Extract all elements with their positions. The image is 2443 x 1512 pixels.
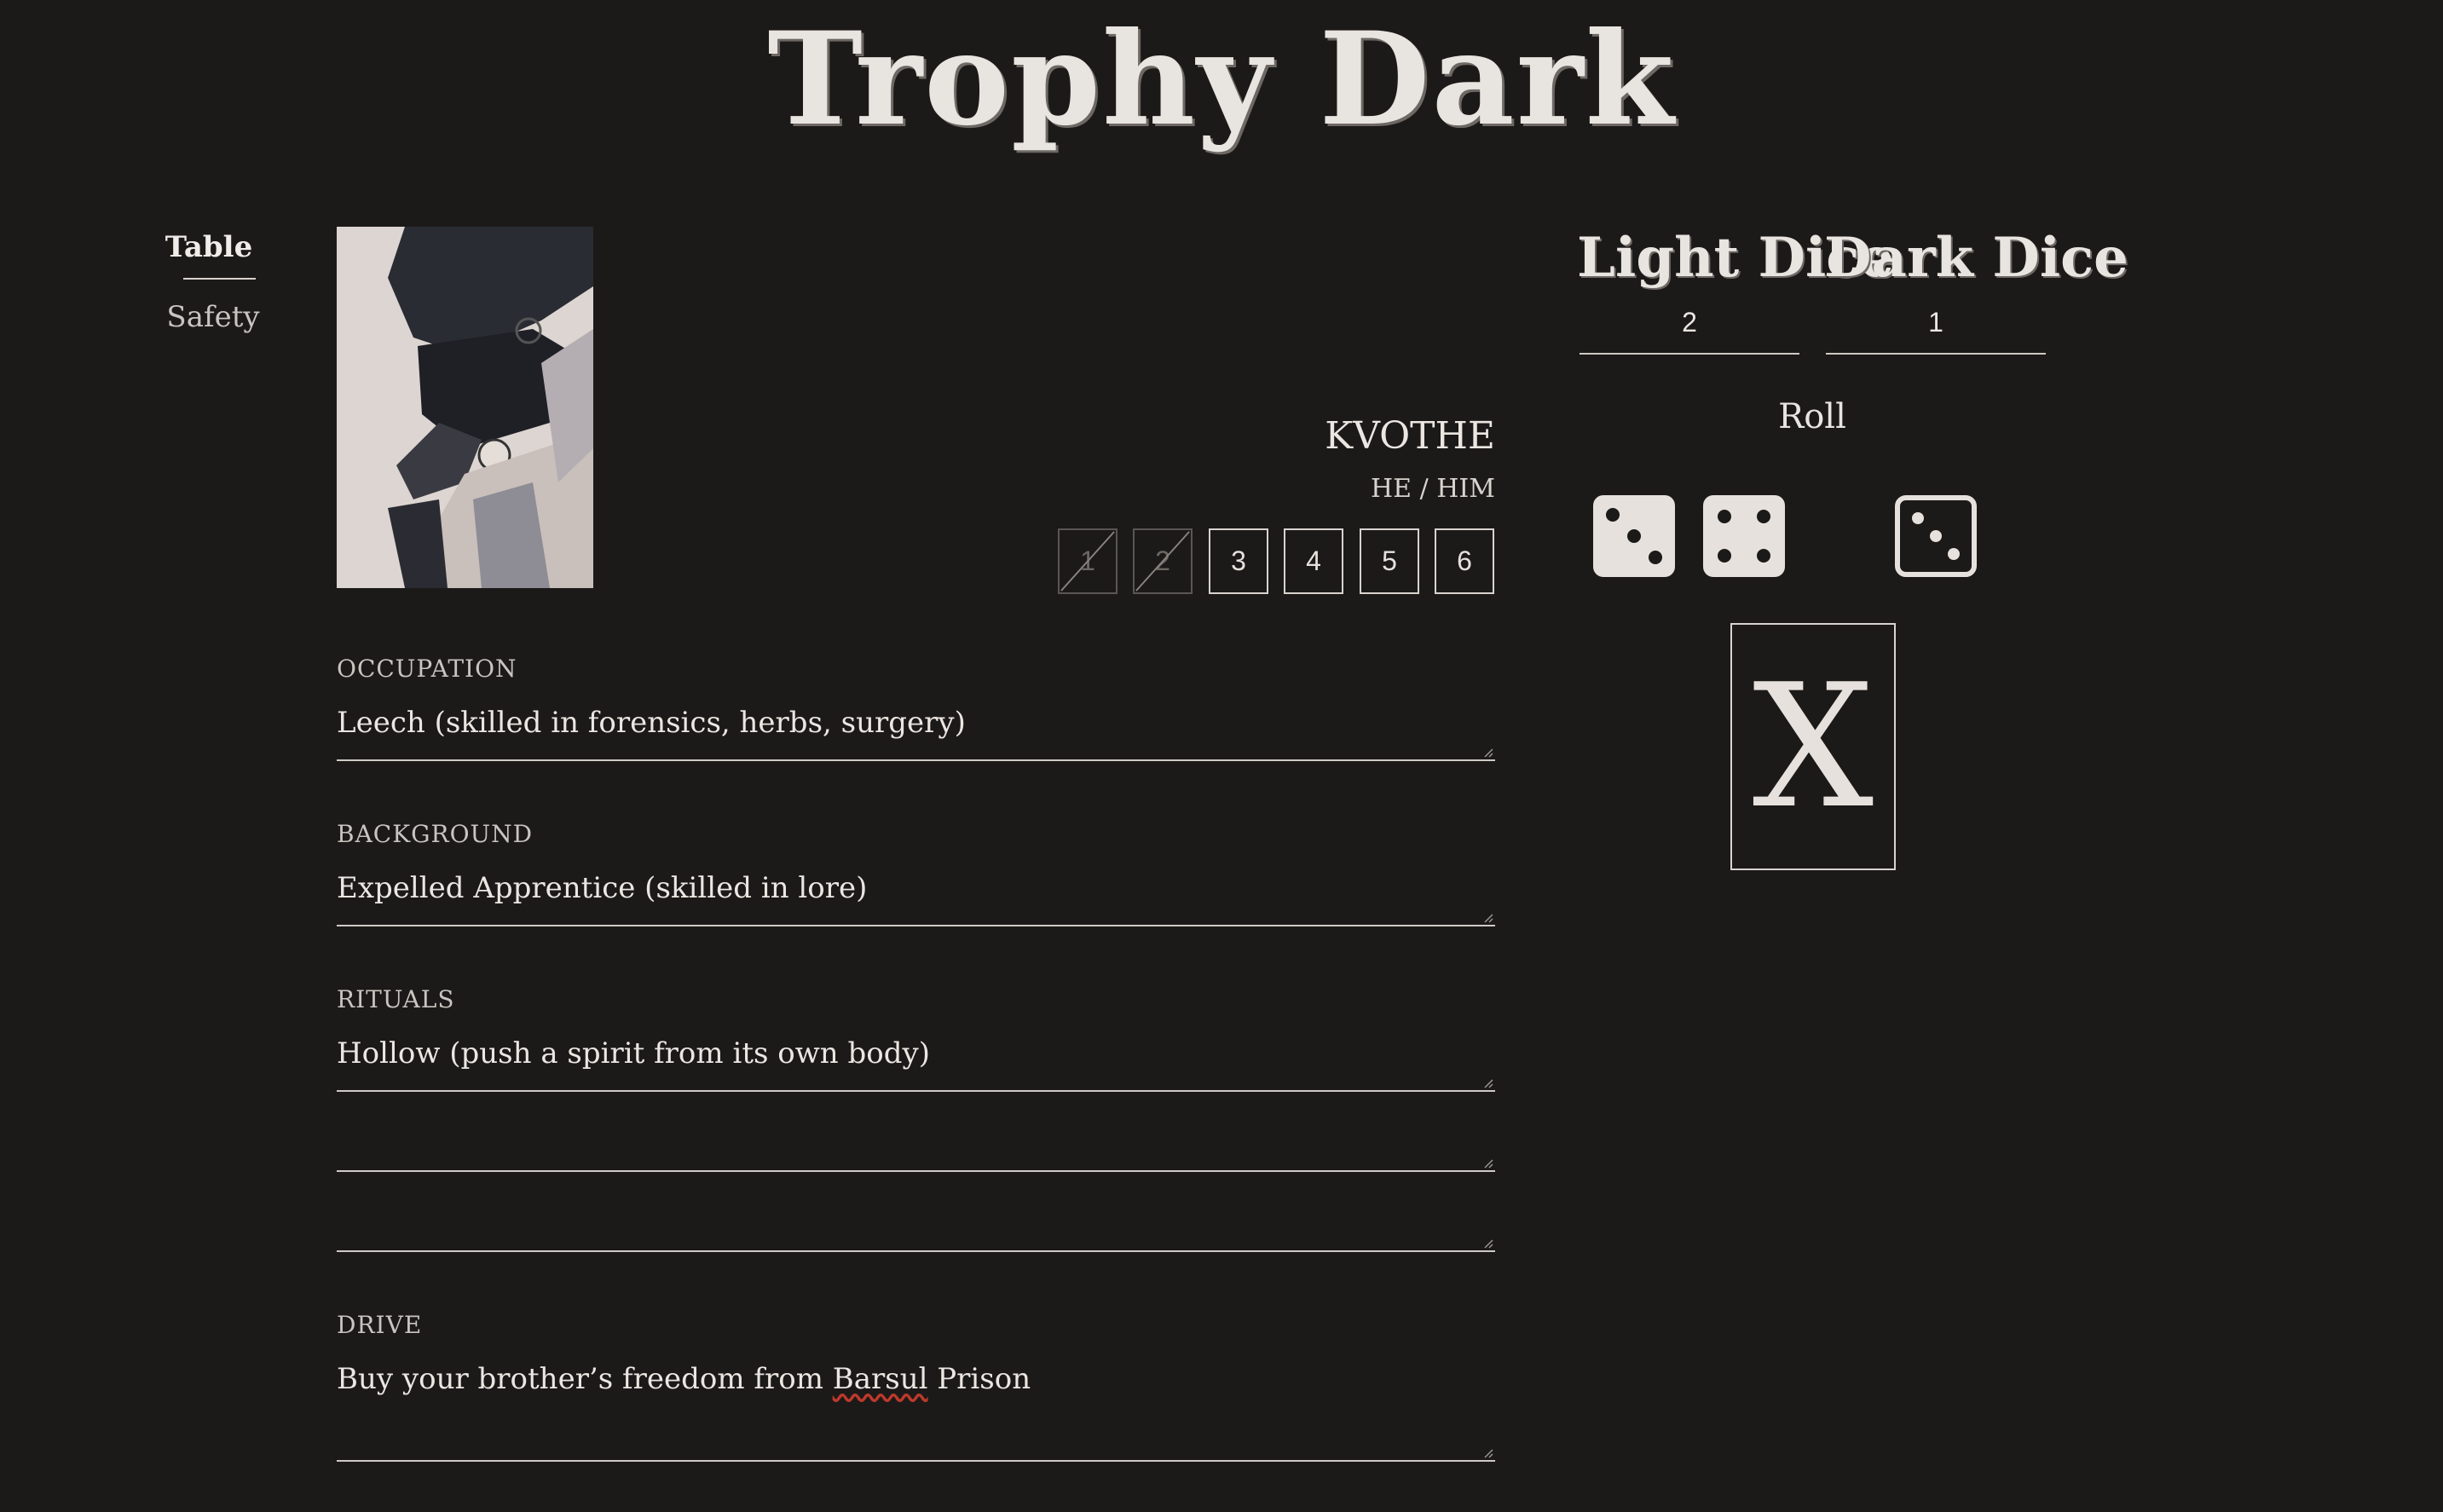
nav-item-table[interactable]: Table — [162, 230, 256, 264]
occupation-underline — [337, 759, 1495, 761]
portrait-illustration — [337, 227, 593, 588]
resize-grip-icon[interactable] — [1483, 913, 1493, 923]
character-pronouns[interactable]: HE / HIM — [1371, 474, 1495, 504]
light-dice-count[interactable]: 2 — [1580, 307, 1799, 338]
resize-grip-icon[interactable] — [1483, 1448, 1493, 1458]
dark-die-three-icon — [1895, 495, 1977, 577]
ruin-box-2[interactable]: 2 — [1133, 528, 1193, 594]
drive-label: DRIVE — [337, 1311, 423, 1339]
ruin-box-number: 6 — [1457, 545, 1472, 576]
character-portrait[interactable] — [337, 227, 593, 588]
strike-icon — [1060, 531, 1115, 592]
dark-dice-count[interactable]: 1 — [1826, 307, 2046, 338]
dark-dice-underline — [1826, 353, 2046, 355]
drive-field[interactable]: Buy your brother’s freedom from Barsul P… — [337, 1362, 1031, 1396]
drive-text-end: Prison — [927, 1362, 1031, 1396]
background-label: BACKGROUND — [337, 820, 534, 848]
spellcheck-word[interactable]: Barsul — [833, 1362, 928, 1396]
ruin-box-number: 3 — [1231, 545, 1246, 576]
drive-underline — [337, 1460, 1495, 1462]
light-dice-heading: Light Dice — [1577, 226, 1894, 290]
resize-grip-icon[interactable] — [1483, 1158, 1493, 1169]
ruin-box-number: 5 — [1382, 545, 1397, 576]
resize-grip-icon[interactable] — [1483, 1078, 1493, 1088]
light-die-four-icon — [1703, 495, 1785, 577]
resize-grip-icon[interactable] — [1483, 747, 1493, 758]
page-title: Trophy Dark — [767, 4, 1676, 154]
ruin-box-1[interactable]: 1 — [1058, 528, 1118, 594]
resize-grip-icon[interactable] — [1483, 1238, 1493, 1249]
ruin-box-6[interactable]: 6 — [1435, 528, 1494, 594]
background-underline — [337, 925, 1495, 926]
roll-result-card: X — [1730, 623, 1896, 870]
ruin-box-3[interactable]: 3 — [1209, 528, 1268, 594]
strike-icon — [1135, 531, 1190, 592]
light-dice-underline — [1580, 353, 1799, 355]
nav-item-safety[interactable]: Safety — [162, 300, 264, 334]
ruin-tracker: 1 2 3 4 5 6 — [1058, 528, 1495, 597]
ritual-field-1[interactable]: Hollow (push a spirit from its own body) — [337, 1036, 930, 1071]
background-field[interactable]: Expelled Apprentice (skilled in lore) — [337, 871, 867, 905]
ruin-box-5[interactable]: 5 — [1360, 528, 1419, 594]
occupation-field[interactable]: Leech (skilled in forensics, herbs, surg… — [337, 706, 966, 740]
light-die-three-icon — [1593, 495, 1675, 577]
character-name[interactable]: KVOTHE — [1325, 414, 1495, 458]
rituals-label: RITUALS — [337, 985, 455, 1013]
dark-dice-heading: Dark Dice — [1824, 226, 2128, 290]
occupation-label: OCCUPATION — [337, 655, 517, 683]
drive-text: Buy your brother’s freedom from — [337, 1362, 833, 1396]
nav-active-underline — [183, 278, 256, 280]
ritual-underline-2 — [337, 1170, 1495, 1172]
ruin-box-4[interactable]: 4 — [1284, 528, 1343, 594]
ritual-underline-3 — [337, 1250, 1495, 1252]
roll-result-symbol: X — [1752, 647, 1874, 846]
roll-button[interactable]: Roll — [1727, 397, 1897, 436]
ruin-box-number: 4 — [1306, 545, 1321, 576]
ritual-underline-1 — [337, 1090, 1495, 1092]
